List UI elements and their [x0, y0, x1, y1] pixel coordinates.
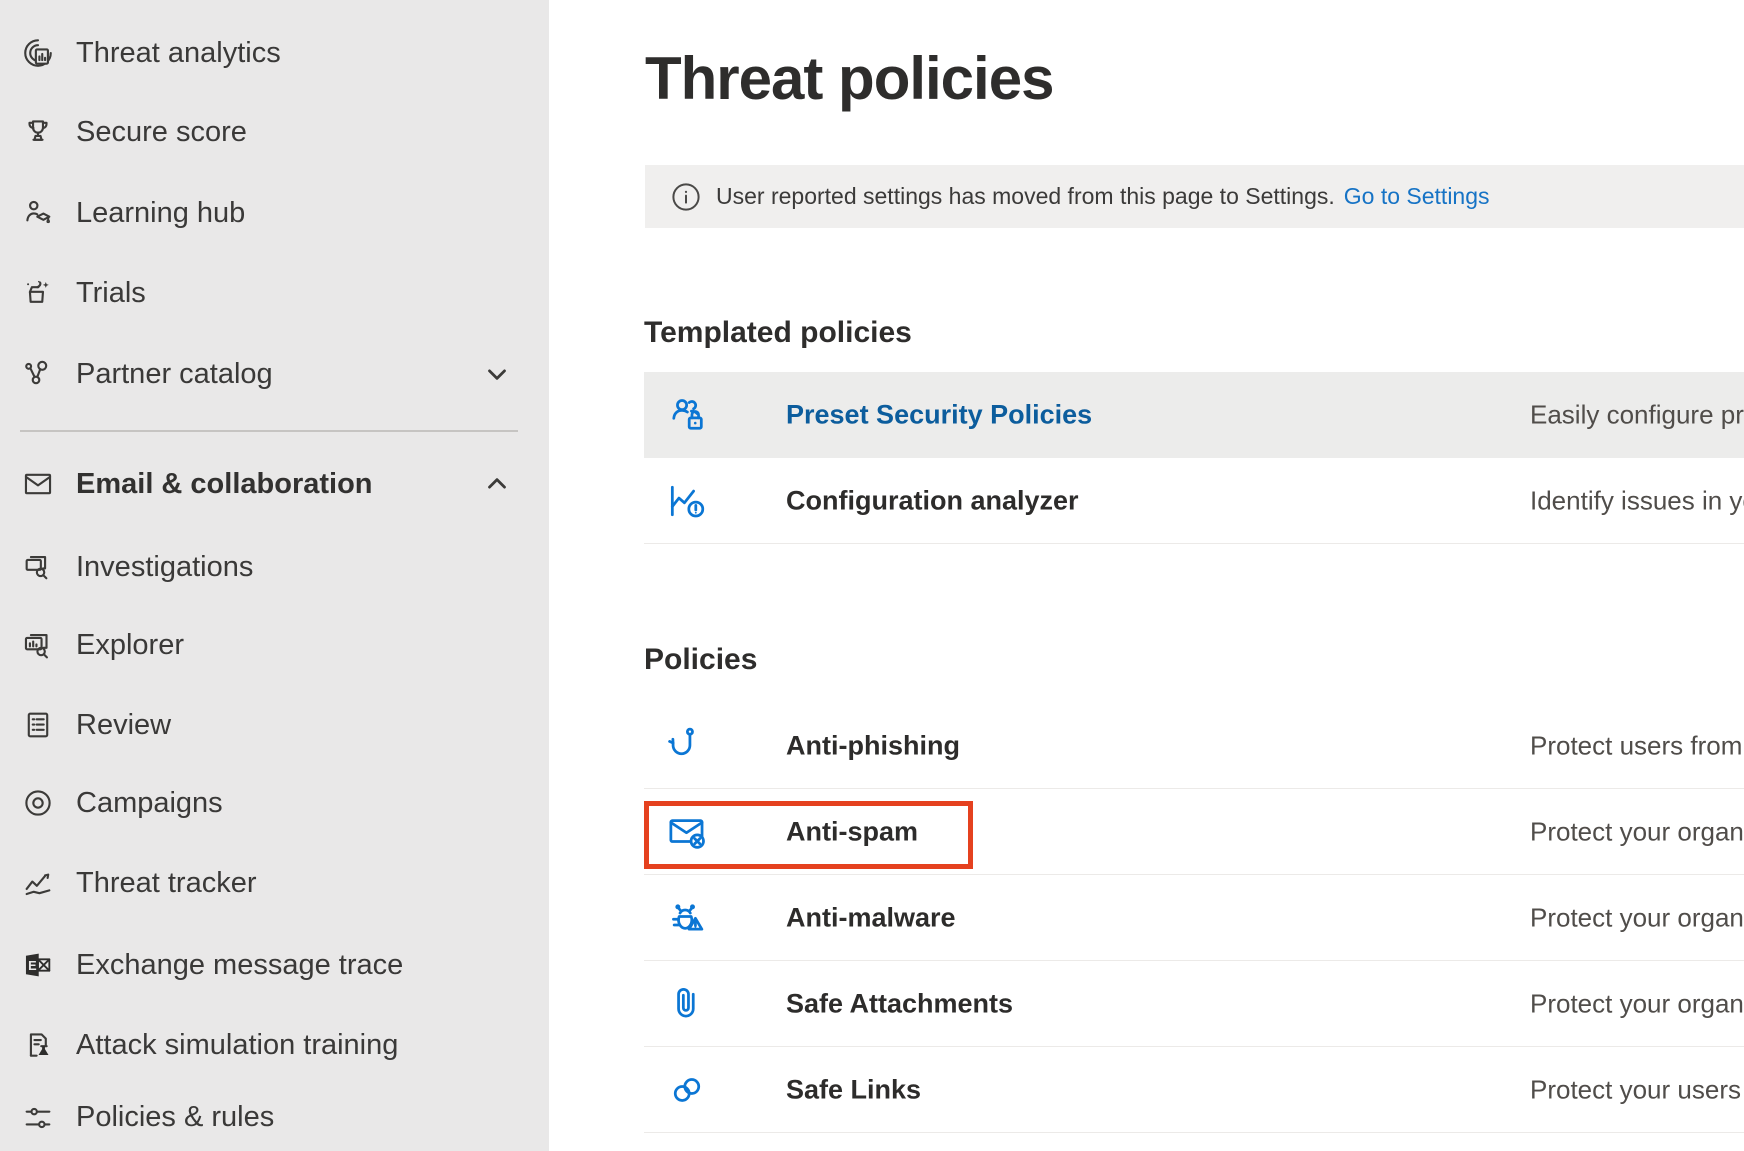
paperclip-icon — [664, 981, 710, 1027]
policies-list: Anti-phishing Protect users from p Anti-… — [644, 703, 1744, 1133]
sidebar-item-threat-analytics[interactable]: Threat analytics — [0, 13, 549, 93]
row-description: Protect your organiz — [1530, 902, 1744, 933]
banner-message: User reported settings has moved from th… — [716, 183, 1335, 210]
section-header-templated-policies: Templated policies — [644, 316, 912, 350]
section-header-policies: Policies — [644, 643, 757, 677]
sidebar-item-label: Learning hub — [76, 197, 245, 230]
trials-icon — [20, 275, 56, 311]
sidebar-divider — [20, 430, 518, 432]
threat-analytics-icon — [20, 35, 56, 71]
sidebar-item-label: Attack simulation training — [76, 1029, 398, 1062]
sidebar: Threat analytics Secure score Learning h — [0, 0, 549, 1151]
anti-phishing-icon — [664, 723, 710, 769]
sidebar-item-review[interactable]: Review — [0, 685, 549, 765]
row-title[interactable]: Safe Links — [786, 1074, 921, 1105]
sidebar-group-label: Email & collaboration — [76, 468, 373, 501]
sidebar-item-label: Explorer — [76, 629, 184, 662]
sidebar-item-threat-tracker[interactable]: Threat tracker — [0, 843, 549, 923]
sidebar-item-explorer[interactable]: Explorer — [0, 605, 549, 685]
sidebar-item-secure-score[interactable]: Secure score — [0, 92, 549, 172]
row-title[interactable]: Configuration analyzer — [786, 485, 1079, 516]
row-preset-security-policies[interactable]: Preset Security Policies Easily configur… — [644, 372, 1744, 458]
explorer-icon — [20, 627, 56, 663]
campaigns-icon — [20, 785, 56, 821]
row-safe-links[interactable]: Safe Links Protect your users fr — [644, 1047, 1744, 1133]
main-content: Threat policies User reported settings h… — [549, 0, 1744, 1151]
threat-tracker-icon — [20, 865, 56, 901]
sidebar-item-label: Exchange message trace — [76, 949, 403, 982]
sidebar-item-campaigns[interactable]: Campaigns — [0, 763, 549, 843]
row-description: Identify issues in you — [1530, 485, 1744, 516]
sidebar-item-label: Trials — [76, 277, 146, 310]
threat-policies-page: { "sidebar": { "items": [ { "label": "Th… — [0, 0, 1744, 1151]
sidebar-item-learning-hub[interactable]: Learning hub — [0, 173, 549, 253]
sidebar-item-policies-rules[interactable]: Policies & rules — [0, 1084, 549, 1151]
investigations-icon — [20, 549, 56, 585]
sidebar-item-label: Threat analytics — [76, 37, 281, 70]
info-banner: User reported settings has moved from th… — [645, 165, 1744, 228]
templated-policies-list: Preset Security Policies Easily configur… — [644, 372, 1744, 544]
row-safe-attachments[interactable]: Safe Attachments Protect your organiz — [644, 961, 1744, 1047]
exchange-icon: E — [20, 947, 56, 983]
email-icon — [20, 466, 56, 502]
row-description: Easily configure prot — [1530, 400, 1744, 431]
sidebar-item-label: Policies & rules — [76, 1101, 274, 1134]
sidebar-item-label: Review — [76, 709, 171, 742]
sidebar-item-partner-catalog[interactable]: Partner catalog — [0, 334, 549, 414]
row-description: Protect your users fr — [1530, 1074, 1744, 1105]
anti-spam-icon — [664, 809, 710, 855]
anti-malware-icon — [664, 895, 710, 941]
review-icon — [20, 707, 56, 743]
attack-simulation-icon — [20, 1027, 56, 1063]
row-title[interactable]: Safe Attachments — [786, 988, 1013, 1019]
row-anti-malware[interactable]: Anti-malware Protect your organiz — [644, 875, 1744, 961]
chevron-up-icon — [482, 469, 512, 499]
go-to-settings-link[interactable]: Go to Settings — [1344, 183, 1490, 210]
row-anti-spam[interactable]: Anti-spam Protect your organiz — [644, 789, 1744, 875]
row-anti-phishing[interactable]: Anti-phishing Protect users from p — [644, 703, 1744, 789]
sliders-icon — [20, 1100, 56, 1136]
sidebar-item-label: Campaigns — [76, 787, 223, 820]
configuration-analyzer-icon — [664, 478, 710, 524]
row-title[interactable]: Preset Security Policies — [786, 400, 1092, 431]
row-description: Protect your organiz — [1530, 988, 1744, 1019]
row-title[interactable]: Anti-spam — [786, 816, 918, 847]
sidebar-item-exchange-message-trace[interactable]: E Exchange message trace — [0, 925, 549, 1005]
learning-hub-icon — [20, 195, 56, 231]
sidebar-item-label: Partner catalog — [76, 358, 273, 391]
safe-links-icon — [664, 1067, 710, 1113]
preset-security-icon — [664, 392, 710, 438]
svg-text:E: E — [28, 958, 37, 973]
sidebar-item-label: Investigations — [76, 551, 253, 584]
row-configuration-analyzer[interactable]: Configuration analyzer Identify issues i… — [644, 458, 1744, 544]
page-title: Threat policies — [645, 44, 1053, 113]
row-description: Protect users from p — [1530, 730, 1744, 761]
sidebar-item-trials[interactable]: Trials — [0, 253, 549, 333]
row-description: Protect your organiz — [1530, 816, 1744, 847]
row-title[interactable]: Anti-phishing — [786, 730, 960, 761]
sidebar-item-investigations[interactable]: Investigations — [0, 527, 549, 607]
row-title[interactable]: Anti-malware — [786, 902, 956, 933]
sidebar-group-email-collaboration[interactable]: Email & collaboration — [0, 444, 549, 524]
sidebar-item-attack-simulation-training[interactable]: Attack simulation training — [0, 1005, 549, 1085]
sidebar-item-label: Secure score — [76, 116, 247, 149]
partner-catalog-icon — [20, 356, 56, 392]
info-icon — [671, 182, 701, 212]
sidebar-item-label: Threat tracker — [76, 867, 257, 900]
trophy-icon — [20, 114, 56, 150]
chevron-down-icon — [482, 359, 512, 389]
